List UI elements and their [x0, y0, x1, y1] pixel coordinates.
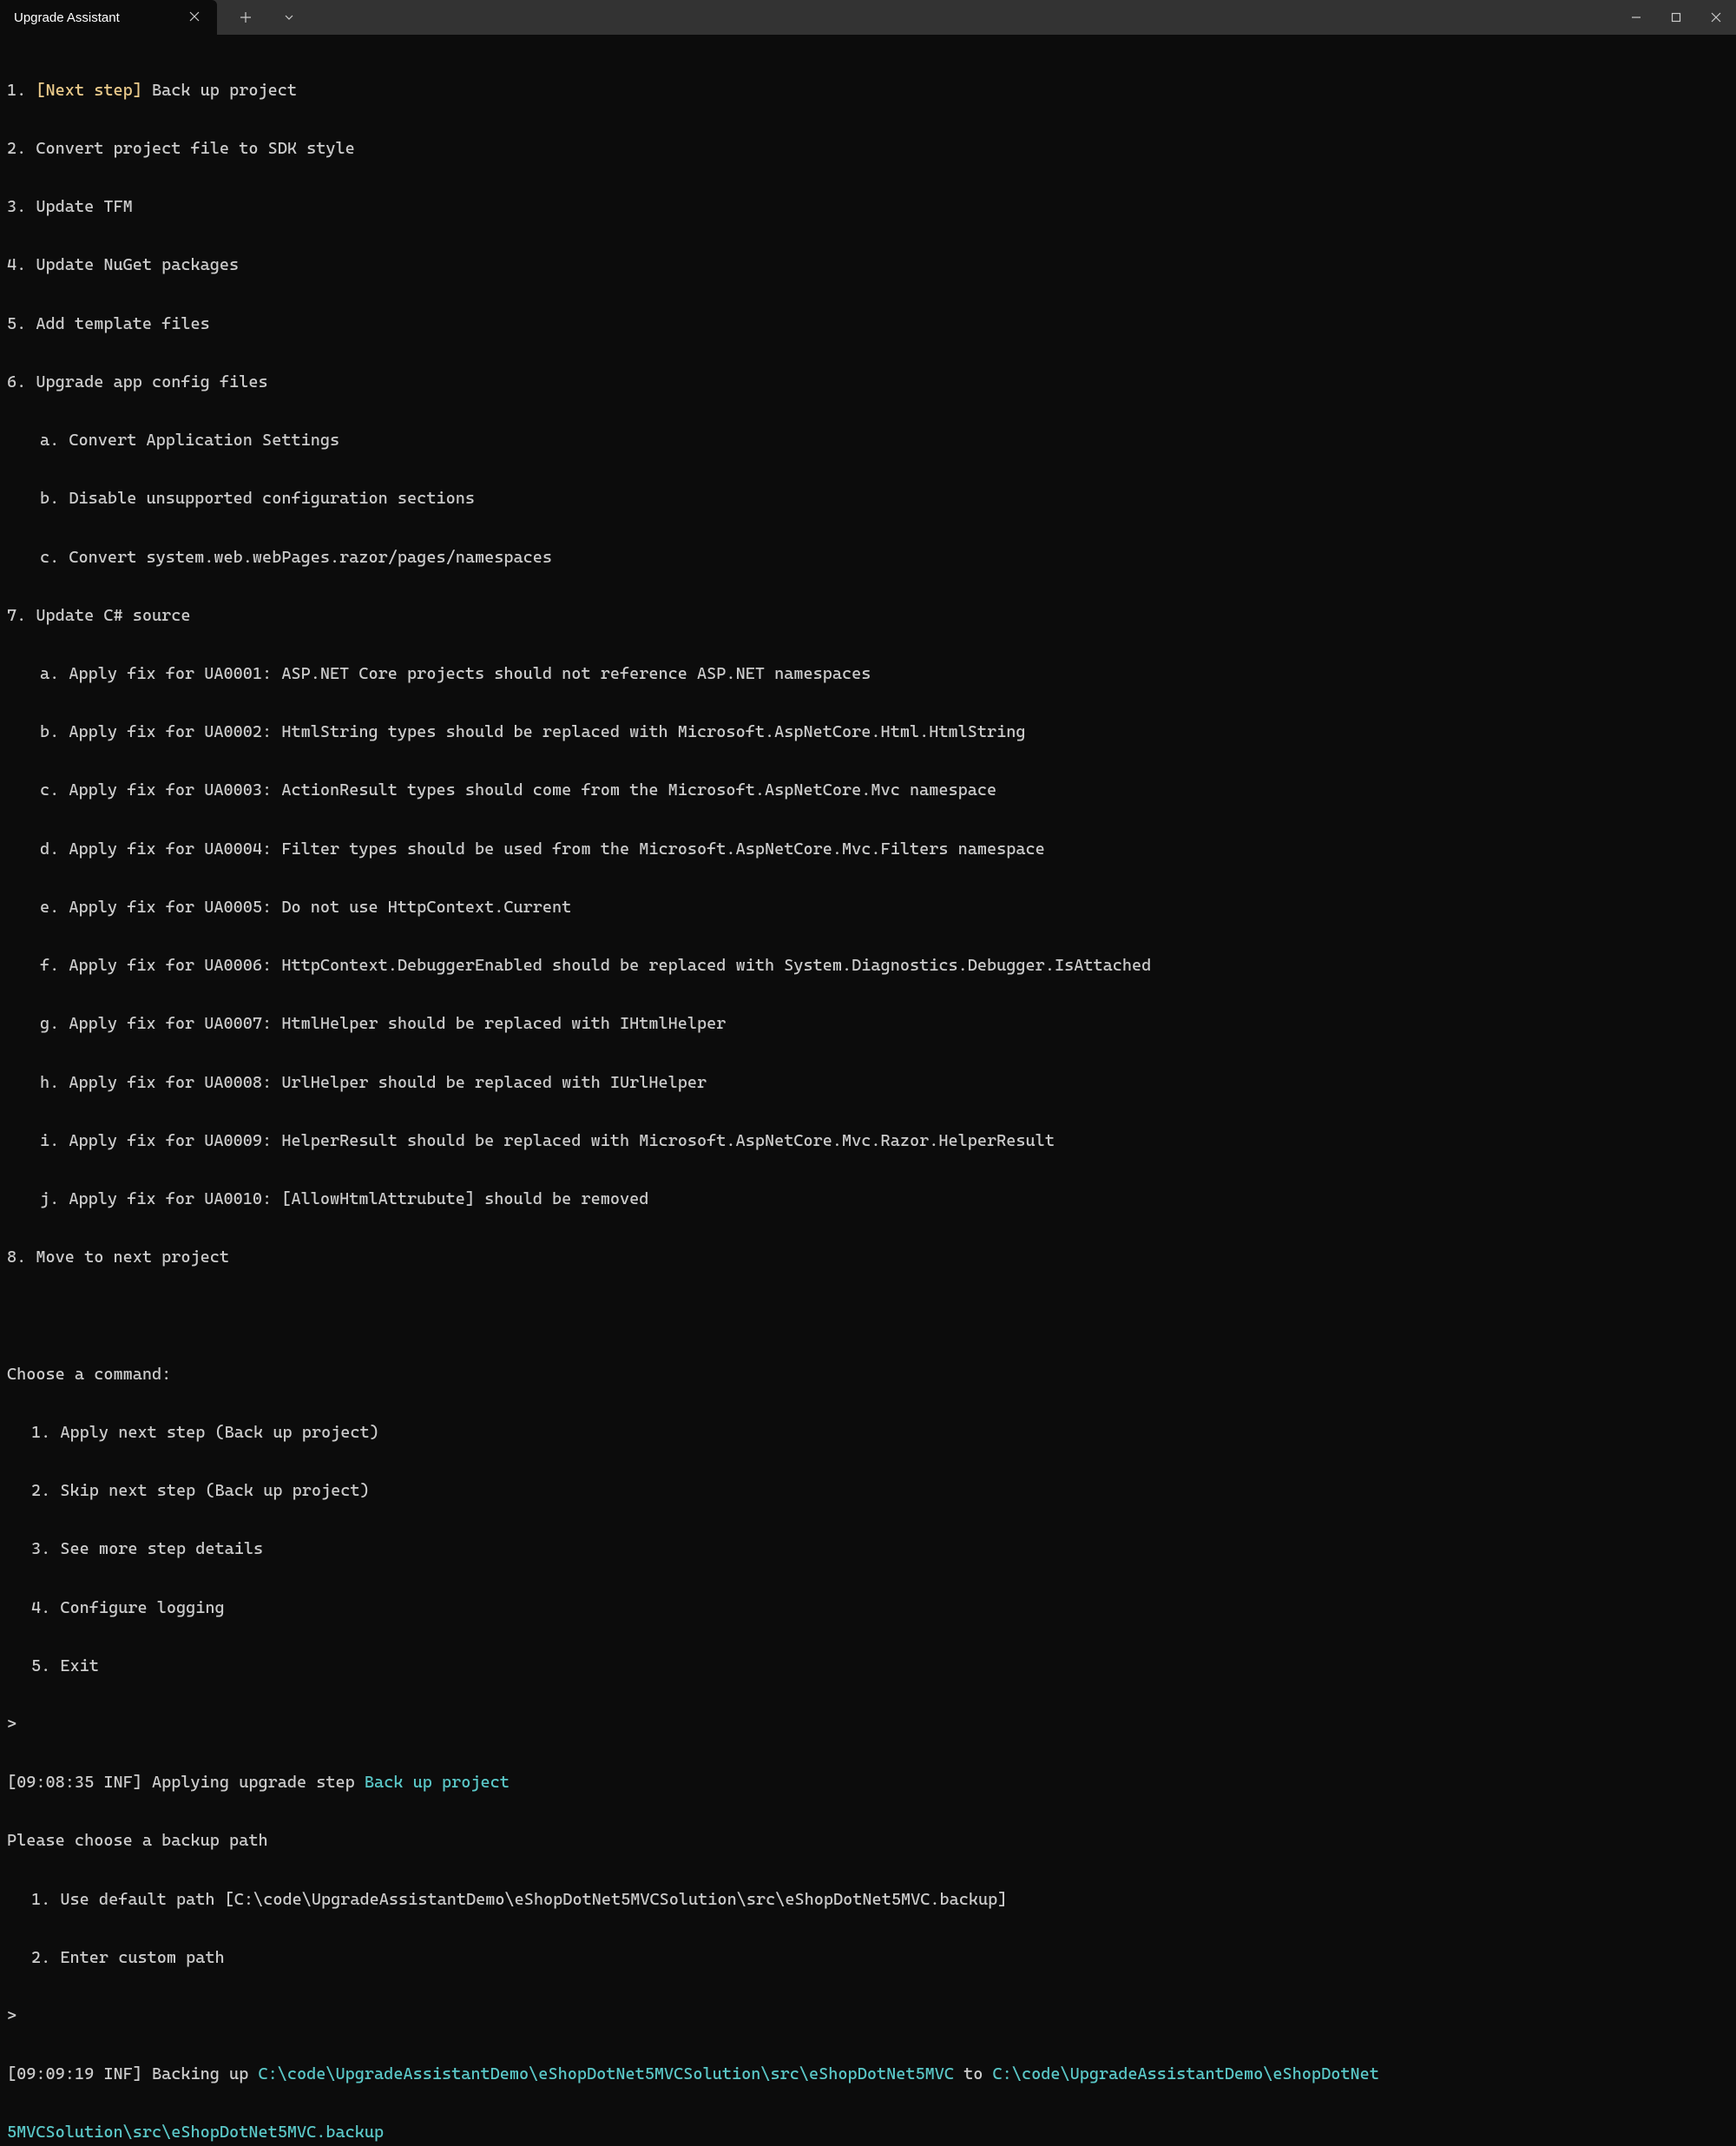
- step-7b: b. Apply fix for UA0002: HtmlString type…: [7, 722, 1729, 741]
- choose-header: Choose a command:: [7, 1365, 1729, 1384]
- path-option-1: 1. Use default path [C:\code\UpgradeAssi…: [7, 1890, 1729, 1909]
- step-7a: a. Apply fix for UA0001: ASP.NET Core pr…: [7, 664, 1729, 683]
- step-2: 2. Convert project file to SDK style: [7, 139, 1729, 158]
- choice-5: 5. Exit: [7, 1656, 1729, 1675]
- step-7j: j. Apply fix for UA0010: [AllowHtmlAttru…: [7, 1189, 1729, 1208]
- step-4: 4. Update NuGet packages: [7, 255, 1729, 274]
- window-controls: [1616, 0, 1736, 35]
- log-backing-up-wrap: 5MVCSolution\src\eShopDotNet5MVC.backup: [7, 2123, 1729, 2142]
- step-7i: i. Apply fix for UA0009: HelperResult sh…: [7, 1131, 1729, 1150]
- log-choose-path: Please choose a backup path: [7, 1831, 1729, 1850]
- step-5: 5. Add template files: [7, 314, 1729, 333]
- close-tab-icon[interactable]: [184, 9, 205, 27]
- blank: [7, 1306, 1729, 1325]
- choice-1: 1. Apply next step (Back up project): [7, 1423, 1729, 1442]
- step-6a: a. Convert Application Settings: [7, 431, 1729, 450]
- path-option-2: 2. Enter custom path: [7, 1948, 1729, 1967]
- tab-active[interactable]: Upgrade Assistant: [0, 0, 217, 35]
- step-7e: e. Apply fix for UA0005: Do not use Http…: [7, 898, 1729, 917]
- step-8: 8. Move to next project: [7, 1247, 1729, 1267]
- step-6c: c. Convert system.web.webPages.razor/pag…: [7, 548, 1729, 567]
- minimize-button[interactable]: [1616, 0, 1656, 35]
- maximize-button[interactable]: [1656, 0, 1696, 35]
- step-7f: f. Apply fix for UA0006: HttpContext.Deb…: [7, 956, 1729, 975]
- choice-4: 4. Configure logging: [7, 1598, 1729, 1617]
- terminal-output[interactable]: 1. [Next step] Back up project 2. Conver…: [0, 35, 1736, 2146]
- close-window-button[interactable]: [1696, 0, 1736, 35]
- new-tab-button[interactable]: [226, 11, 266, 23]
- tab-controls: [217, 0, 309, 35]
- step-6b: b. Disable unsupported configuration sec…: [7, 489, 1729, 508]
- prompt-2: >: [7, 2006, 1729, 2025]
- choice-3: 3. See more step details: [7, 1539, 1729, 1558]
- tab-title: Upgrade Assistant: [14, 10, 120, 25]
- step-1: 1. [Next step] Back up project: [7, 81, 1729, 100]
- step-7c: c. Apply fix for UA0003: ActionResult ty…: [7, 780, 1729, 800]
- step-7h: h. Apply fix for UA0008: UrlHelper shoul…: [7, 1073, 1729, 1092]
- prompt-1: >: [7, 1715, 1729, 1734]
- step-7d: d. Apply fix for UA0004: Filter types sh…: [7, 839, 1729, 859]
- choice-2: 2. Skip next step (Back up project): [7, 1481, 1729, 1500]
- log-backing-up: [09:09:19 INF] Backing up C:\code\Upgrad…: [7, 2064, 1729, 2083]
- titlebar: Upgrade Assistant: [0, 0, 1736, 35]
- log-applying: [09:08:35 INF] Applying upgrade step Bac…: [7, 1773, 1729, 1792]
- step-7g: g. Apply fix for UA0007: HtmlHelper shou…: [7, 1014, 1729, 1033]
- tab-dropdown-icon[interactable]: [269, 12, 309, 23]
- step-6: 6. Upgrade app config files: [7, 372, 1729, 392]
- step-3: 3. Update TFM: [7, 197, 1729, 216]
- step-7: 7. Update C# source: [7, 606, 1729, 625]
